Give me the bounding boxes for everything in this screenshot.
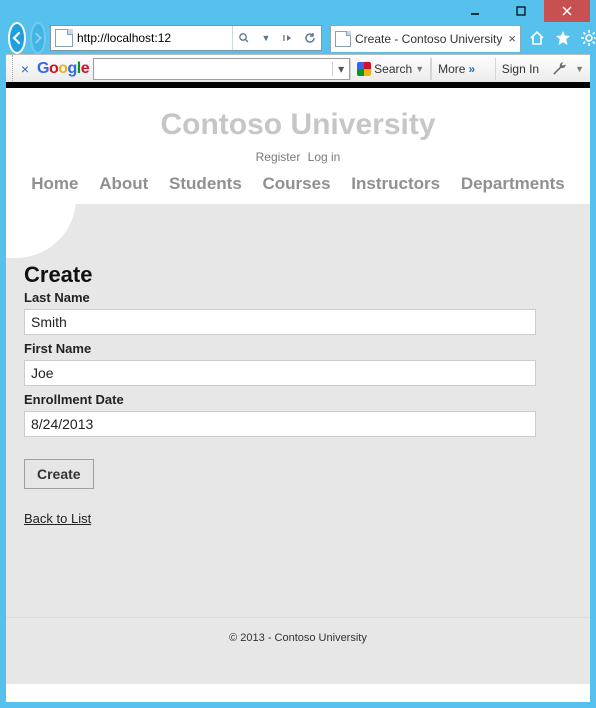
nav-departments[interactable]: Departments — [461, 174, 565, 193]
google-search-box[interactable]: ▾ — [93, 58, 350, 80]
window-close-button[interactable] — [544, 0, 590, 22]
nav-home[interactable]: Home — [31, 174, 78, 193]
refresh-button[interactable] — [299, 27, 321, 49]
nav-instructors[interactable]: Instructors — [351, 174, 440, 193]
favorites-icon[interactable] — [555, 30, 571, 46]
page-body: Create Last Name First Name Enrollment D… — [6, 204, 590, 617]
google-search-dropdown-icon[interactable]: ▾ — [332, 62, 349, 76]
label-enrollment-date: Enrollment Date — [24, 392, 572, 407]
wrench-icon[interactable] — [551, 60, 569, 78]
browser-navbar: ▼ Create - Contoso University × — [6, 22, 590, 54]
back-to-list-link[interactable]: Back to List — [24, 511, 91, 526]
page-viewport: Contoso University Register Log in Home … — [6, 82, 590, 702]
site-header: Contoso University Register Log in Home … — [6, 88, 590, 204]
window-maximize-button[interactable] — [498, 0, 544, 22]
window-titlebar — [6, 0, 590, 22]
page-icon — [55, 29, 73, 47]
site-title: Contoso University — [6, 108, 590, 142]
register-link[interactable]: Register — [256, 150, 301, 164]
input-last-name[interactable] — [24, 309, 536, 335]
toolbar-close-icon[interactable]: × — [17, 61, 33, 77]
nav-about[interactable]: About — [99, 174, 148, 193]
input-enrollment-date[interactable] — [24, 411, 536, 437]
create-button[interactable]: Create — [24, 459, 94, 489]
nav-students[interactable]: Students — [169, 174, 242, 193]
google-signin-label: Sign In — [502, 62, 539, 76]
search-dropdown-icon[interactable] — [233, 27, 255, 49]
input-first-name[interactable] — [24, 360, 536, 386]
google-toolbar: × Google ▾ Search ▼ More » Sign In ▼ — [6, 54, 590, 84]
tab-close-icon[interactable]: × — [508, 32, 516, 45]
tab-title: Create - Contoso University — [355, 32, 502, 46]
toolbar-grip[interactable] — [6, 55, 13, 83]
header-arc — [6, 198, 76, 258]
label-first-name: First Name — [24, 341, 572, 356]
stop-button[interactable] — [277, 27, 299, 49]
wrench-dropdown-icon[interactable]: ▼ — [575, 64, 584, 74]
site-footer: © 2013 - Contoso University — [6, 617, 590, 684]
google-search-button[interactable]: Search ▼ — [350, 58, 430, 80]
forward-button[interactable] — [30, 22, 46, 54]
back-button[interactable] — [8, 22, 26, 54]
tools-icon[interactable] — [581, 30, 596, 46]
browser-tab[interactable]: Create - Contoso University × — [330, 25, 521, 52]
chevron-right-icon: » — [468, 62, 475, 76]
google-search-input[interactable] — [94, 60, 332, 78]
google-search-label: Search — [374, 62, 412, 76]
login-link[interactable]: Log in — [308, 150, 341, 164]
window-minimize-button[interactable] — [452, 0, 498, 22]
google-more-button[interactable]: More » — [431, 58, 481, 80]
nav-courses[interactable]: Courses — [263, 174, 331, 193]
google-g-icon — [357, 62, 371, 76]
url-dropdown-icon[interactable]: ▼ — [255, 27, 277, 49]
chevron-down-icon: ▼ — [415, 64, 424, 74]
url-input[interactable] — [77, 28, 232, 48]
tab-page-icon — [335, 31, 351, 47]
google-more-label: More — [438, 62, 465, 76]
address-bar[interactable]: ▼ — [50, 25, 322, 51]
google-signin-button[interactable]: Sign In — [495, 58, 545, 80]
home-icon[interactable] — [529, 30, 545, 46]
page-heading: Create — [24, 262, 572, 288]
main-nav: Home About Students Courses Instructors … — [6, 174, 590, 204]
label-last-name: Last Name — [24, 290, 572, 305]
google-logo[interactable]: Google — [37, 60, 89, 78]
